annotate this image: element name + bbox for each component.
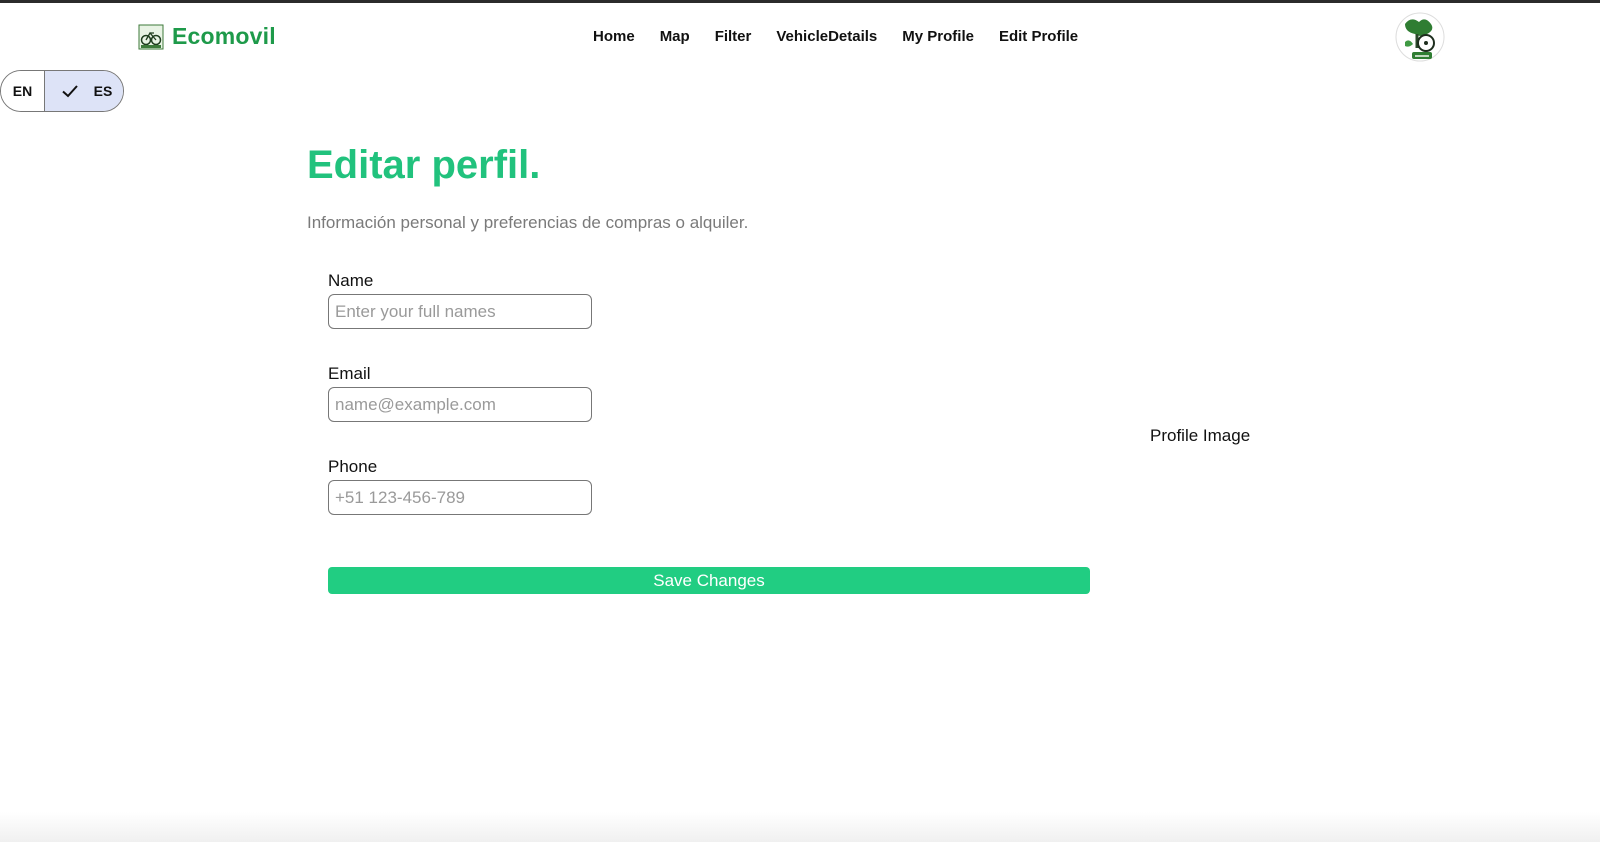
phone-input[interactable] — [328, 480, 592, 515]
save-changes-button[interactable]: Save Changes — [328, 567, 1090, 594]
email-input[interactable] — [328, 387, 592, 422]
language-en-label: EN — [12, 83, 33, 99]
main-nav: Home Map Filter VehicleDetails My Profil… — [593, 28, 1103, 45]
page-title: Editar perfil. — [307, 143, 541, 187]
bike-logo-icon — [138, 24, 164, 50]
check-icon — [60, 81, 80, 101]
language-es-label: ES — [93, 83, 113, 99]
language-es-button[interactable]: ES — [45, 71, 123, 111]
brand[interactable]: Ecomovil — [138, 23, 276, 50]
nav-my-profile[interactable]: My Profile — [902, 28, 974, 45]
name-label: Name — [328, 271, 374, 290]
language-toggle: EN ES — [0, 70, 124, 112]
profile-image-label[interactable]: Profile Image — [1150, 426, 1250, 446]
phone-label: Phone — [328, 457, 378, 476]
brand-name: Ecomovil — [172, 23, 276, 49]
navbar: Ecomovil Home Map Filter VehicleDetails … — [0, 3, 1600, 69]
nav-map[interactable]: Map — [660, 28, 690, 45]
nav-filter[interactable]: Filter — [715, 28, 752, 45]
name-input[interactable] — [328, 294, 592, 329]
nav-edit-profile[interactable]: Edit Profile — [999, 28, 1078, 45]
nav-vehicle-details[interactable]: VehicleDetails — [776, 28, 877, 45]
bottom-shadow — [0, 812, 1600, 842]
language-en-button[interactable]: EN — [1, 71, 45, 111]
page-subtitle: Información personal y preferencias de c… — [307, 213, 749, 232]
nav-home[interactable]: Home — [593, 28, 635, 45]
avatar[interactable] — [1395, 12, 1445, 62]
email-label: Email — [328, 364, 371, 383]
